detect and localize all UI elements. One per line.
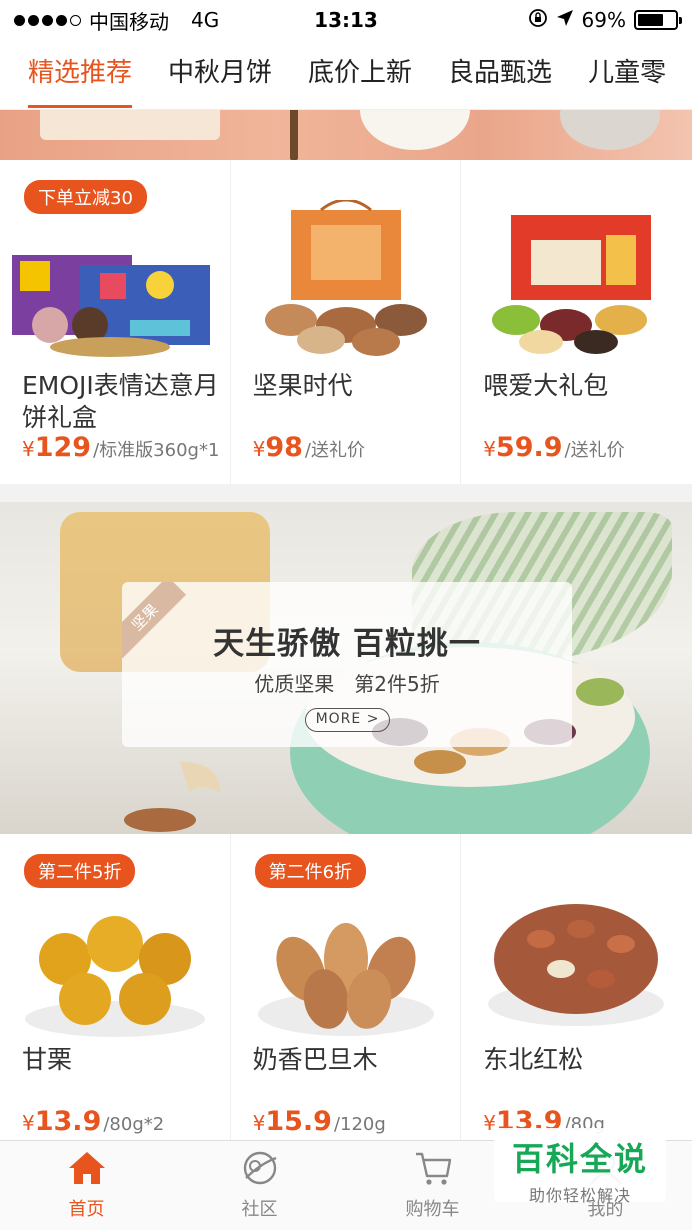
nav-cart-label: 购物车 [405,1199,460,1220]
network-type: 4G [191,8,220,32]
watermark-logo: 百科全说 助你轻松解决 [494,1128,666,1205]
banner-overlay-card: 坚果 天生骄傲 百粒挑一 优质坚果 第2件5折 MORE > [122,582,572,747]
more-label: MORE [315,711,362,727]
nuts-promo-banner[interactable]: 坚果 天生骄傲 百粒挑一 优质坚果 第2件5折 MORE > [0,502,692,834]
price-value: 13.9 [34,1106,102,1137]
product-price: ¥ 129 /标准版360g*1 [22,432,219,463]
carrier-name: 中国移动 [89,9,169,34]
more-button[interactable]: MORE > [305,708,390,732]
product-card-almonds[interactable]: 第二件6折 奶香巴旦木 ¥ 15.9 /120g [230,834,462,1140]
battery-fill [638,14,663,26]
tab-mooncakes[interactable]: 中秋月饼 [150,40,290,109]
price-unit: /送礼价 [304,440,365,461]
product-price: ¥ 13.9 /80g*2 [22,1106,164,1137]
currency-symbol: ¥ [483,437,496,461]
product-name: 奶香巴旦木 [252,1045,378,1074]
price-unit: /标准版360g*1 [93,440,220,461]
promo-badge: 第二件5折 [24,854,136,888]
currency-symbol: ¥ [252,437,266,461]
currency-symbol: ¥ [252,1111,266,1135]
top-banner-image[interactable] [0,110,692,160]
cashew-almond-image [124,762,220,832]
price-unit: /80g*2 [103,1114,165,1135]
nav-home-label: 首页 [68,1199,105,1220]
battery-icon [634,10,682,30]
pine-nuts-image [461,874,691,1044]
status-left: 中国移动 4G [14,6,219,35]
product-card-love-gift-pack[interactable]: 喂爱大礼包 ¥ 59.9 /送礼价 [461,160,692,484]
almonds-image [231,894,461,1044]
product-price: ¥ 59.9 /送礼价 [483,432,624,463]
product-grid-row1: 下单立减30 EMOJI表情达意月饼礼盒 ¥ 129 /标准版360g*1 坚果… [0,160,692,484]
product-card-emoji-mooncake[interactable]: 下单立减30 EMOJI表情达意月饼礼盒 ¥ 129 /标准版360g*1 [0,160,231,484]
currency-symbol: ¥ [22,437,35,461]
category-tabs: 精选推荐 中秋月饼 底价上新 良品甄选 儿童零 [0,40,692,110]
product-grid-row2: 第二件5折 甘栗 ¥ 13.9 /80g*2 第二件6折 奶香巴旦木 ¥ 15.… [0,834,692,1140]
price-unit: /120g [333,1114,386,1135]
status-bar: 中国移动 4G 13:13 69% [0,0,692,40]
watermark-subtitle: 助你轻松解决 [528,1186,631,1205]
price-unit: /送礼价 [564,440,625,461]
tab-kids[interactable]: 儿童零 [570,40,684,109]
product-card-pine-nuts[interactable]: 东北红松 ¥ 13.9 /80g [461,834,692,1140]
orientation-lock-icon [528,8,548,33]
product-card-nut-era[interactable]: 坚果时代 ¥ 98 /送礼价 [230,160,462,484]
battery-percent: 69% [581,8,626,32]
product-name: EMOJI表情达意月饼礼盒 [22,371,219,432]
product-name: 喂爱大礼包 [483,371,609,400]
nut-giftbag-image [231,190,461,370]
tab-featured[interactable]: 精选推荐 [0,40,150,109]
signal-strength-icon [14,14,81,26]
product-price: ¥ 98 /送礼价 [253,432,365,463]
product-name: 东北红松 [483,1045,584,1074]
home-icon [67,1150,107,1191]
tab-selection[interactable]: 良品甄选 [430,40,570,109]
price-value: 98 [265,432,303,463]
promo-badge: 第二件6折 [254,854,367,888]
banner-subtitle: 优质坚果 第2件5折 [254,672,440,696]
community-icon [240,1150,280,1191]
product-price: ¥ 15.9 /120g [253,1106,386,1137]
nav-community[interactable]: 社区 [173,1141,346,1230]
price-value: 129 [34,432,92,463]
cart-icon [413,1150,453,1191]
banner-title: 天生骄傲 百粒挑一 [213,626,481,662]
currency-symbol: ¥ [22,1111,35,1135]
product-name: 坚果时代 [252,371,353,400]
mooncake-giftbox-image [0,220,230,370]
product-name: 甘栗 [22,1045,73,1074]
location-arrow-icon [556,8,574,32]
price-value: 59.9 [495,432,563,463]
nav-home[interactable]: 首页 [0,1141,173,1230]
status-right: 69% [528,8,682,33]
nav-community-label: 社区 [241,1199,278,1220]
product-card-chestnuts[interactable]: 第二件5折 甘栗 ¥ 13.9 /80g*2 [0,834,231,1140]
watermark-title: 百科全说 [511,1140,648,1178]
promo-badge: 下单立减30 [24,180,147,214]
chestnuts-image [0,894,230,1044]
snack-giftbox-image [461,190,691,370]
price-value: 15.9 [265,1106,332,1137]
tab-new-arrivals[interactable]: 底价上新 [290,40,430,109]
chevron-right-icon: > [366,711,380,727]
